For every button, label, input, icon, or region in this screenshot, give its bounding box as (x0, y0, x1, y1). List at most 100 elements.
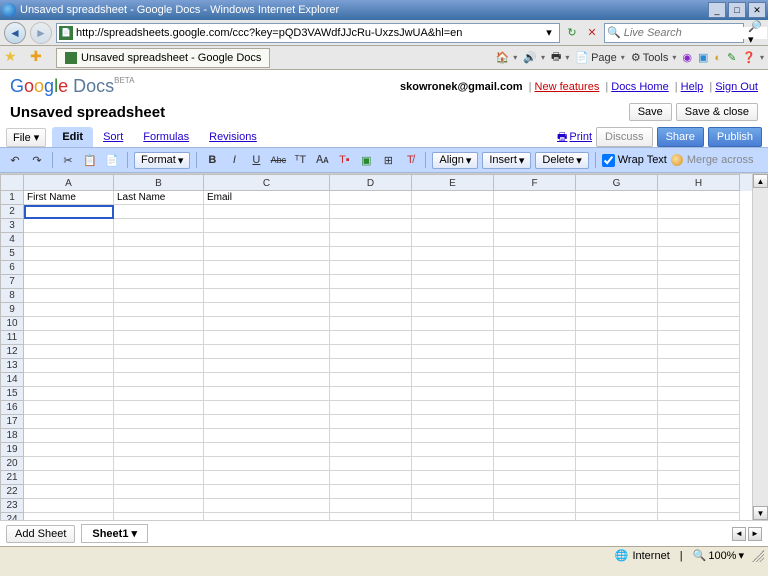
font-size-icon[interactable]: ᵀT (291, 151, 309, 169)
cell[interactable] (204, 219, 330, 233)
cell[interactable] (494, 471, 576, 485)
cell[interactable] (24, 275, 114, 289)
feeds-button[interactable]: 🔊 (523, 51, 545, 64)
cell[interactable] (412, 485, 494, 499)
cell[interactable] (24, 387, 114, 401)
vertical-scrollbar[interactable]: ▲ ▼ (752, 174, 768, 520)
address-bar[interactable]: 📄 ▾ (56, 23, 560, 43)
cell[interactable] (494, 485, 576, 499)
cell[interactable] (658, 499, 740, 513)
cell[interactable] (24, 513, 114, 520)
cell[interactable] (494, 331, 576, 345)
row-header[interactable]: 21 (0, 471, 24, 485)
column-header[interactable]: D (330, 174, 412, 191)
row-header[interactable]: 9 (0, 303, 24, 317)
cell[interactable] (330, 275, 412, 289)
cell[interactable] (412, 219, 494, 233)
tab-revisions[interactable]: Revisions (199, 127, 267, 147)
cell[interactable] (330, 303, 412, 317)
cell[interactable] (412, 275, 494, 289)
cell[interactable] (204, 457, 330, 471)
cell[interactable] (114, 471, 204, 485)
cell[interactable] (24, 261, 114, 275)
cell[interactable] (658, 457, 740, 471)
search-dropdown[interactable]: 🔎▾ (748, 25, 764, 41)
cell[interactable] (114, 261, 204, 275)
cell[interactable] (114, 373, 204, 387)
cell[interactable] (658, 429, 740, 443)
cell[interactable] (204, 233, 330, 247)
cell[interactable] (204, 499, 330, 513)
cell[interactable] (114, 387, 204, 401)
cell[interactable] (658, 485, 740, 499)
cell[interactable] (330, 359, 412, 373)
cell[interactable] (204, 471, 330, 485)
cell[interactable] (204, 303, 330, 317)
cell[interactable] (330, 513, 412, 520)
cell[interactable] (658, 345, 740, 359)
add-favorites-icon[interactable]: ✚ (30, 48, 50, 68)
row-header[interactable]: 18 (0, 429, 24, 443)
merge-across-button[interactable]: Merge across (687, 154, 754, 166)
row-header[interactable]: 12 (0, 345, 24, 359)
search-bar[interactable]: 🔍 (604, 23, 744, 43)
refresh-icon[interactable]: ↻ (564, 25, 580, 41)
cell[interactable] (24, 289, 114, 303)
cell[interactable] (204, 373, 330, 387)
cell[interactable] (576, 401, 658, 415)
search-input[interactable] (624, 27, 767, 39)
cell[interactable] (204, 429, 330, 443)
cell[interactable] (114, 499, 204, 513)
ext-icon-2[interactable]: ▣ (698, 51, 708, 64)
column-header[interactable]: B (114, 174, 204, 191)
cell[interactable] (576, 219, 658, 233)
cell[interactable]: Last Name (114, 191, 204, 205)
cell[interactable] (412, 401, 494, 415)
tools-button[interactable]: ⚙ Tools (631, 51, 677, 64)
format-menu[interactable]: Format ▾ (134, 152, 190, 169)
cell[interactable] (494, 345, 576, 359)
tab-sort[interactable]: Sort (93, 127, 133, 147)
row-header[interactable]: 11 (0, 331, 24, 345)
cell[interactable] (494, 191, 576, 205)
strike-icon[interactable]: Abc (269, 151, 287, 169)
cell[interactable] (658, 275, 740, 289)
cell[interactable] (576, 387, 658, 401)
cell[interactable] (330, 387, 412, 401)
cell[interactable] (412, 373, 494, 387)
cell[interactable] (204, 275, 330, 289)
cell[interactable] (658, 317, 740, 331)
cell[interactable] (658, 303, 740, 317)
cell[interactable] (114, 303, 204, 317)
cell[interactable] (576, 443, 658, 457)
cell[interactable] (330, 261, 412, 275)
row-header[interactable]: 22 (0, 485, 24, 499)
cell[interactable] (412, 471, 494, 485)
cell[interactable] (24, 429, 114, 443)
cell[interactable] (576, 303, 658, 317)
row-header[interactable]: 16 (0, 401, 24, 415)
cell[interactable] (330, 247, 412, 261)
cell[interactable] (658, 289, 740, 303)
cell[interactable] (412, 289, 494, 303)
cell[interactable] (576, 261, 658, 275)
cell[interactable] (204, 205, 330, 219)
cell[interactable] (330, 191, 412, 205)
cell[interactable] (114, 401, 204, 415)
cell[interactable] (204, 345, 330, 359)
redo-icon[interactable]: ↷ (28, 151, 46, 169)
cell[interactable]: Email (204, 191, 330, 205)
cell[interactable] (330, 219, 412, 233)
cell[interactable] (114, 219, 204, 233)
cell[interactable] (576, 345, 658, 359)
cell[interactable] (114, 485, 204, 499)
cell[interactable] (658, 443, 740, 457)
row-header[interactable]: 20 (0, 457, 24, 471)
cell[interactable] (24, 373, 114, 387)
signout-link[interactable]: Sign Out (715, 81, 758, 93)
column-header[interactable]: C (204, 174, 330, 191)
align-menu[interactable]: Align ▾ (432, 152, 478, 169)
maximize-button[interactable]: □ (728, 2, 746, 18)
save-close-button[interactable]: Save & close (676, 103, 758, 121)
ext-icon-1[interactable]: ◉ (682, 51, 692, 64)
